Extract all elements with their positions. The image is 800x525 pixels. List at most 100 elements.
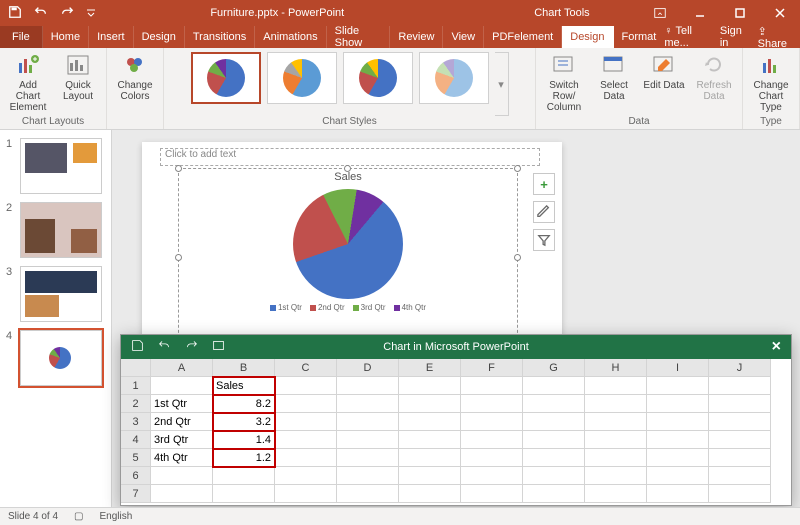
excel-close-icon[interactable]: × bbox=[772, 338, 781, 356]
save-icon[interactable] bbox=[8, 5, 22, 22]
slide-thumb-2[interactable]: 2 bbox=[0, 198, 111, 262]
excel-options-icon[interactable] bbox=[212, 339, 225, 355]
tab-home[interactable]: Home bbox=[43, 26, 89, 48]
cell[interactable] bbox=[337, 449, 399, 467]
chart-style-1[interactable] bbox=[191, 52, 261, 104]
cell[interactable]: 8.2 bbox=[213, 395, 275, 413]
slide-thumb-1[interactable]: 1 bbox=[0, 134, 111, 198]
row-header[interactable]: 2 bbox=[121, 395, 151, 413]
cell[interactable]: 3rd Qtr bbox=[151, 431, 213, 449]
cell[interactable] bbox=[275, 467, 337, 485]
cell[interactable] bbox=[399, 395, 461, 413]
cell[interactable] bbox=[461, 395, 523, 413]
tab-insert[interactable]: Insert bbox=[89, 26, 134, 48]
col-header[interactable]: B bbox=[213, 359, 275, 377]
cell[interactable] bbox=[337, 485, 399, 503]
excel-save-icon[interactable] bbox=[131, 339, 144, 355]
tab-design[interactable]: Design bbox=[134, 26, 185, 48]
cell[interactable] bbox=[275, 377, 337, 395]
tab-chart-format[interactable]: Format bbox=[614, 26, 665, 48]
cell[interactable] bbox=[523, 431, 585, 449]
spell-check-icon[interactable]: ▢ bbox=[74, 511, 83, 522]
cell[interactable] bbox=[647, 395, 709, 413]
cell[interactable] bbox=[399, 431, 461, 449]
cell[interactable] bbox=[461, 485, 523, 503]
tab-review[interactable]: Review bbox=[390, 26, 443, 48]
cell[interactable] bbox=[647, 413, 709, 431]
col-header[interactable]: A bbox=[151, 359, 213, 377]
col-header[interactable]: H bbox=[585, 359, 647, 377]
share-button[interactable]: ⇪ Share bbox=[758, 25, 792, 50]
chart-object[interactable]: Sales 1st Qtr2nd Qtr3rd Qtr4th Qtr + bbox=[178, 168, 518, 348]
cell[interactable]: Sales bbox=[213, 377, 275, 395]
chart-legend[interactable]: 1st Qtr2nd Qtr3rd Qtr4th Qtr bbox=[179, 303, 517, 312]
qat-dropdown-icon[interactable] bbox=[86, 7, 96, 20]
row-header[interactable]: 5 bbox=[121, 449, 151, 467]
excel-data-window[interactable]: Chart in Microsoft PowerPoint × ABCDEFGH… bbox=[120, 334, 792, 506]
tab-file[interactable]: File bbox=[0, 26, 43, 48]
ribbon-options-icon[interactable] bbox=[640, 0, 680, 26]
cell[interactable] bbox=[337, 377, 399, 395]
cell[interactable] bbox=[461, 413, 523, 431]
cell[interactable] bbox=[523, 467, 585, 485]
slide-thumb-4[interactable]: 4 bbox=[0, 326, 111, 390]
cell[interactable] bbox=[585, 395, 647, 413]
col-header[interactable]: C bbox=[275, 359, 337, 377]
chart-title[interactable]: Sales bbox=[179, 171, 517, 183]
cell[interactable] bbox=[461, 377, 523, 395]
tab-chart-design[interactable]: Design bbox=[562, 26, 613, 48]
cell[interactable] bbox=[709, 449, 771, 467]
cell[interactable] bbox=[709, 377, 771, 395]
cell[interactable] bbox=[151, 485, 213, 503]
language-status[interactable]: English bbox=[100, 511, 133, 522]
chart-elements-button[interactable]: + bbox=[533, 173, 555, 195]
cell[interactable] bbox=[709, 395, 771, 413]
cell[interactable] bbox=[399, 485, 461, 503]
chart-style-4[interactable] bbox=[419, 52, 489, 104]
cell[interactable] bbox=[709, 485, 771, 503]
excel-undo-icon[interactable] bbox=[158, 339, 171, 355]
tab-slideshow[interactable]: Slide Show bbox=[327, 26, 391, 48]
switch-row-column-button[interactable]: Switch Row/ Column bbox=[542, 52, 586, 113]
redo-icon[interactable] bbox=[60, 5, 74, 22]
col-header[interactable]: F bbox=[461, 359, 523, 377]
cell[interactable] bbox=[275, 485, 337, 503]
cell[interactable] bbox=[647, 377, 709, 395]
tab-animations[interactable]: Animations bbox=[255, 26, 326, 48]
cell[interactable] bbox=[709, 431, 771, 449]
cell[interactable] bbox=[647, 431, 709, 449]
tell-me[interactable]: ♀ Tell me... bbox=[664, 25, 710, 49]
cell[interactable] bbox=[399, 449, 461, 467]
col-header[interactable]: E bbox=[399, 359, 461, 377]
cell[interactable] bbox=[461, 431, 523, 449]
cell[interactable] bbox=[461, 449, 523, 467]
cell[interactable] bbox=[523, 377, 585, 395]
change-colors-button[interactable]: Change Colors bbox=[113, 52, 157, 102]
pie-chart[interactable] bbox=[293, 189, 403, 299]
cell[interactable] bbox=[647, 449, 709, 467]
cell[interactable] bbox=[337, 395, 399, 413]
cell[interactable] bbox=[585, 431, 647, 449]
change-chart-type-button[interactable]: Change Chart Type bbox=[749, 52, 793, 113]
tab-pdfelement[interactable]: PDFelement bbox=[484, 26, 562, 48]
excel-sheet[interactable]: ABCDEFGHIJ1Sales21st Qtr8.232nd Qtr3.243… bbox=[121, 359, 791, 503]
maximize-icon[interactable] bbox=[720, 0, 760, 26]
quick-layout-button[interactable]: Quick Layout bbox=[56, 52, 100, 102]
sign-in[interactable]: Sign in bbox=[720, 25, 748, 49]
cell[interactable] bbox=[275, 395, 337, 413]
chart-styles-button[interactable] bbox=[533, 201, 555, 223]
row-header[interactable]: 3 bbox=[121, 413, 151, 431]
chart-styles-more-icon[interactable]: ▾ bbox=[495, 52, 509, 116]
cell[interactable] bbox=[585, 377, 647, 395]
cell[interactable] bbox=[213, 467, 275, 485]
cell[interactable] bbox=[337, 413, 399, 431]
undo-icon[interactable] bbox=[34, 5, 48, 22]
title-placeholder[interactable]: Click to add text bbox=[160, 148, 540, 166]
select-data-button[interactable]: Select Data bbox=[592, 52, 636, 102]
close-icon[interactable] bbox=[760, 0, 800, 26]
cell[interactable] bbox=[709, 413, 771, 431]
cell[interactable]: 1st Qtr bbox=[151, 395, 213, 413]
cell[interactable]: 2nd Qtr bbox=[151, 413, 213, 431]
cell[interactable] bbox=[399, 467, 461, 485]
cell[interactable] bbox=[151, 377, 213, 395]
